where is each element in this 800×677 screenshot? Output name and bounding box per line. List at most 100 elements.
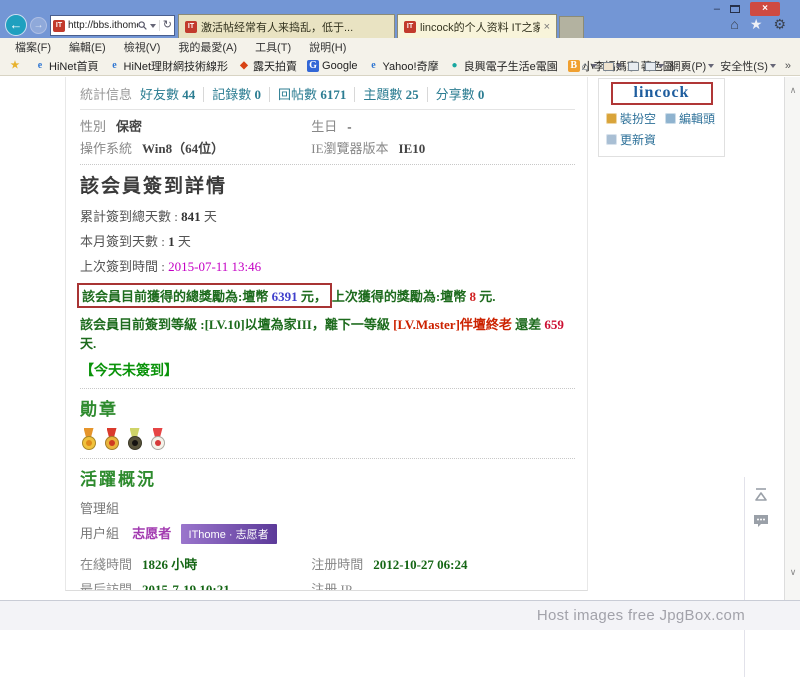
menu-item[interactable]: 檢視(V) <box>115 39 170 55</box>
medal-icon[interactable] <box>80 428 97 450</box>
new-tab-button[interactable] <box>559 16 584 38</box>
close-button[interactable]: × <box>750 2 780 16</box>
username[interactable]: lincock <box>634 84 690 101</box>
back-to-top-icon[interactable] <box>752 487 770 503</box>
top-stats-label: 統計信息 <box>80 87 132 102</box>
read-mail-button[interactable] <box>628 62 639 71</box>
favorites-item[interactable]: e HiNet首頁 <box>29 58 104 74</box>
top-statistics-row: 統計信息好友數 44記錄數 0回帖數 6171主題數 25分享數 0 <box>80 84 575 103</box>
annotation-red-box: 該会員目前獲得的總獎勵為:壇幣 6391 元， <box>77 283 332 308</box>
sidebar-link-icon <box>606 113 617 124</box>
top-stat-link[interactable]: 記錄數 0 <box>203 87 269 102</box>
favorite-site-icon: e <box>34 60 46 72</box>
tab-favicon: IT <box>185 21 197 33</box>
activity-row: 在綫時間1826 小時 注册時間2012-10-27 06:24 <box>80 554 575 572</box>
sidebar-link[interactable]: 編輯頭 <box>665 110 715 127</box>
medal-list <box>80 428 575 450</box>
maximize-button[interactable] <box>730 5 740 13</box>
menu-item[interactable]: 說明(H) <box>300 39 355 55</box>
admin-group-label: 管理組 <box>80 498 575 517</box>
chevron-down-icon <box>770 64 776 68</box>
address-bar[interactable]: IT http://bbs.ithome.com/home.php?mod=sp… <box>50 15 175 36</box>
back-button[interactable]: ← <box>5 14 27 36</box>
host-credit-text[interactable]: Host images free JpgBox.com <box>537 607 745 624</box>
toolbar-overflow-icon[interactable]: » <box>782 60 794 72</box>
favorites-item[interactable]: G Google <box>302 60 362 72</box>
chevron-down-icon <box>616 64 622 68</box>
menu-item[interactable]: 工具(T) <box>246 39 300 55</box>
favorites-star-icon[interactable]: ★ <box>750 16 763 33</box>
favorite-site-icon: e <box>109 60 121 72</box>
menu-bar: 檔案(F) 編輯(E) 檢視(V) 我的最愛(A) 工具(T) 說明(H) <box>0 38 800 56</box>
search-icon[interactable] <box>138 21 147 30</box>
divider <box>80 388 575 389</box>
forward-button[interactable]: → <box>30 17 47 34</box>
favorite-site-icon: ● <box>449 60 461 72</box>
medal-icon[interactable] <box>126 428 143 450</box>
favorite-site-label: Google <box>322 60 357 72</box>
sidebar-link[interactable]: 裝扮空 <box>606 110 656 127</box>
not-signed-today: 【今天未簽到】 <box>80 360 575 380</box>
scroll-down-icon[interactable]: ∨ <box>785 567 800 578</box>
home-icon: ⌂ <box>581 59 588 73</box>
favorites-item[interactable]: e HiNet理財網技術線形 <box>104 58 234 74</box>
favorites-bar: ★ e HiNet首頁 e HiNet理財網技術線形 ◆ 露天拍賣 G Goog… <box>0 56 800 76</box>
sidebar-link[interactable]: 更新資 <box>606 131 656 148</box>
feeds-icon <box>603 62 614 71</box>
profile-main-column: 統計信息好友數 44記錄數 0回帖數 6171主題數 25分享數 0 性別保密 … <box>65 77 588 591</box>
minimize-button[interactable]: – <box>714 4 720 15</box>
favorite-site-label: 露天拍賣 <box>253 58 297 74</box>
activity-section-title: 活躍概況 <box>80 465 575 490</box>
tab-label: lincock的个人资料 IT之家... <box>420 19 540 35</box>
scrollbar[interactable]: ∧ ∨ <box>784 77 800 600</box>
profile-field-row: 性別保密 生日- <box>80 116 575 134</box>
favorite-site-label: Yahoo!奇摩 <box>383 58 439 74</box>
medal-icon[interactable] <box>103 428 120 450</box>
page-menu-button[interactable]: 網頁(P) <box>670 58 715 74</box>
image-host-footer: Host images free JpgBox.com <box>0 600 800 630</box>
top-stat-link[interactable]: 分享數 0 <box>427 87 493 102</box>
favorites-item[interactable]: ● 良興電子生活e電園 <box>444 58 563 74</box>
menu-item[interactable]: 檔案(F) <box>6 39 60 55</box>
safety-menu-button[interactable]: 安全性(S) <box>720 58 776 74</box>
divider <box>80 109 575 110</box>
menu-item[interactable]: 我的最愛(A) <box>169 39 246 55</box>
tab-close-icon[interactable]: × <box>544 21 550 33</box>
medal-icon[interactable] <box>149 428 166 450</box>
refresh-icon[interactable]: ↻ <box>159 20 172 31</box>
scroll-up-icon[interactable]: ∧ <box>785 85 800 96</box>
favorites-item[interactable]: e Yahoo!奇摩 <box>363 58 444 74</box>
window-controls: – × <box>714 2 780 16</box>
activity-rows: 在綫時間1826 小時 注册時間2012-10-27 06:24 最后訪問201… <box>80 554 575 591</box>
tab-inactive[interactable]: IT 激活帖经常有人来捣乱，低于... <box>178 14 395 38</box>
favorite-site-icon: ★ <box>9 60 21 72</box>
tab-active-lincock-profile[interactable]: IT lincock的个人资料 IT之家... × <box>397 14 557 38</box>
top-stat-link[interactable]: 主題數 25 <box>354 87 426 102</box>
favorite-site-icon: e <box>368 60 380 72</box>
print-menu-button[interactable] <box>645 62 664 71</box>
favorites-item[interactable]: ◆ 露天拍賣 <box>233 58 302 74</box>
settings-gear-icon[interactable]: ⚙ <box>773 16 786 33</box>
chevron-down-icon <box>708 64 714 68</box>
user-group-link[interactable]: 志愿者 <box>132 526 171 541</box>
home-icon[interactable]: ⌂ <box>730 16 738 33</box>
chevron-down-icon <box>658 64 664 68</box>
activity-row: 最后訪問2015-7-19 10:21 注册 IP <box>80 579 575 591</box>
favorite-site-label: 良興電子生活e電園 <box>464 58 558 74</box>
feeds-menu-button[interactable] <box>603 62 622 71</box>
feedback-comment-icon[interactable] <box>752 513 770 529</box>
top-stat-link[interactable]: 好友數 44 <box>140 87 203 102</box>
browser-chrome: – × ← → IT http://bbs.ithome.com/home.ph… <box>0 0 800 38</box>
profile-sidebar: lincock 裝扮空 編輯頭 更新資 <box>598 78 725 157</box>
favorites-item[interactable]: ★ <box>4 60 29 72</box>
chevron-down-icon <box>591 64 597 68</box>
address-dropdown-icon[interactable] <box>150 24 156 28</box>
top-stat-link[interactable]: 回帖數 6171 <box>269 87 354 102</box>
menu-item[interactable]: 編輯(E) <box>60 39 115 55</box>
checkin-level-line: 該会員目前簽到等級 :[LV.10]以壇為家III，離下一等級 [LV.Mast… <box>80 314 575 352</box>
sidebar-links: 裝扮空 編輯頭 更新資 <box>599 110 724 148</box>
home-menu-button[interactable]: ⌂ <box>581 59 596 73</box>
url-text[interactable]: http://bbs.ithome.com/home.php?mod=space… <box>68 20 138 31</box>
favorite-site-icon: ◆ <box>238 60 250 72</box>
user-group-badge: IThome · 志愿者 <box>181 524 277 544</box>
